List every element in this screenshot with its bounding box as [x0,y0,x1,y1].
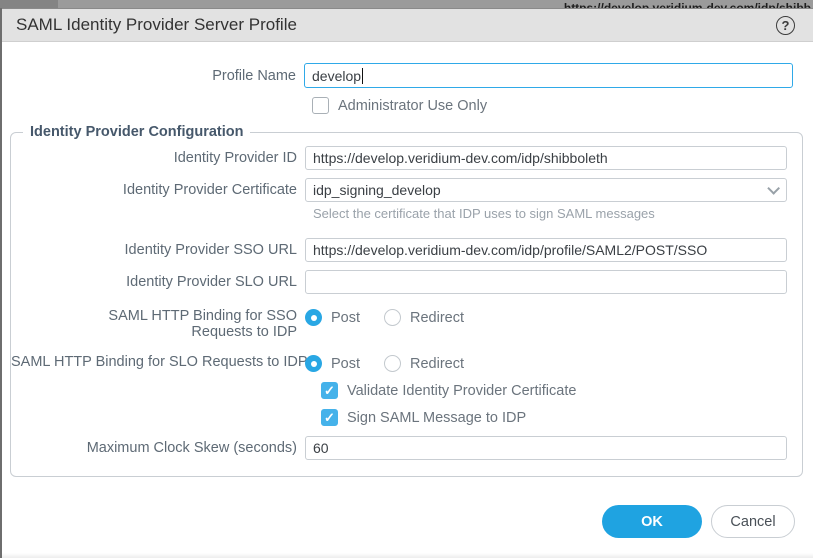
clock-skew-input[interactable] [305,436,787,460]
admin-only-label: Administrator Use Only [338,98,487,114]
slo-binding-row: SAML HTTP Binding for SLO Requests to ID… [11,354,802,372]
sso-binding-post-radio[interactable] [305,309,322,326]
dialog-title: SAML Identity Provider Server Profile [16,15,776,35]
slo-url-input[interactable] [305,270,787,294]
dialog-titlebar: SAML Identity Provider Server Profile ? [2,8,813,42]
slo-binding-post-radio[interactable] [305,355,322,372]
admin-only-checkbox[interactable] [312,97,329,114]
sign-saml-checkbox[interactable]: ✓ [321,409,338,426]
slo-binding-post-label: Post [331,356,360,372]
sign-saml-row: ✓ Sign SAML Message to IDP [11,409,802,426]
sso-url-input[interactable] [305,238,787,262]
idp-cert-row: Identity Provider Certificate idp_signin… [11,178,802,202]
sso-binding-redirect-radio[interactable] [384,309,401,326]
validate-cert-row: ✓ Validate Identity Provider Certificate [11,382,802,399]
slo-binding-redirect-radio[interactable] [384,355,401,372]
validate-cert-checkbox[interactable]: ✓ [321,382,338,399]
background-page-strip: https://develop.veridium-dev.com/idp/shi… [0,0,813,8]
ok-button[interactable]: OK [602,505,702,538]
idp-configuration-fieldset: Identity Provider Configuration Identity… [10,124,803,477]
idp-id-input[interactable] [305,146,787,170]
clock-skew-row: Maximum Clock Skew (seconds) [11,436,802,460]
chevron-down-icon [767,182,780,195]
sso-url-row: Identity Provider SSO URL [11,238,802,262]
idp-cert-hint: Select the certificate that IDP uses to … [313,206,655,221]
text-caret [362,68,363,84]
slo-binding-redirect-label: Redirect [410,356,464,372]
help-icon[interactable]: ? [776,16,795,35]
sso-binding-post-label: Post [331,310,360,326]
idp-id-row: Identity Provider ID [11,146,802,170]
dialog-footer: OK Cancel [602,505,795,538]
profile-name-row: Profile Name develop [2,63,813,88]
validate-cert-label: Validate Identity Provider Certificate [347,383,576,399]
idp-cert-selected-value: idp_signing_develop [313,182,767,198]
check-icon: ✓ [324,384,335,397]
check-icon: ✓ [324,411,335,424]
idp-cert-label: Identity Provider Certificate [11,182,305,198]
sso-url-label: Identity Provider SSO URL [11,242,305,258]
slo-url-row: Identity Provider SLO URL [11,270,802,294]
idp-cert-select[interactable]: idp_signing_develop [305,178,787,202]
background-block [0,0,58,8]
background-partial-url: https://develop.veridium-dev.com/idp/shi… [564,1,811,8]
idp-cert-hint-row: Select the certificate that IDP uses to … [11,206,802,221]
cancel-button[interactable]: Cancel [711,505,795,538]
profile-name-value: develop [312,68,361,84]
slo-url-label: Identity Provider SLO URL [11,274,305,290]
slo-binding-label: SAML HTTP Binding for SLO Requests to ID… [11,354,305,370]
sign-saml-label: Sign SAML Message to IDP [347,410,526,426]
sso-binding-row: SAML HTTP Binding for SSO Requests to ID… [11,308,802,340]
profile-name-label: Profile Name [2,68,304,84]
saml-idp-profile-dialog: SAML Identity Provider Server Profile ? … [0,8,813,558]
admin-only-row: Administrator Use Only [2,97,813,114]
bottom-fade [2,553,813,558]
sso-binding-label: SAML HTTP Binding for SSO Requests to ID… [11,308,305,340]
sso-binding-redirect-label: Redirect [410,310,464,326]
idp-configuration-legend: Identity Provider Configuration [23,124,250,140]
clock-skew-label: Maximum Clock Skew (seconds) [11,440,305,456]
profile-name-input[interactable]: develop [304,63,793,88]
idp-id-label: Identity Provider ID [11,150,305,166]
